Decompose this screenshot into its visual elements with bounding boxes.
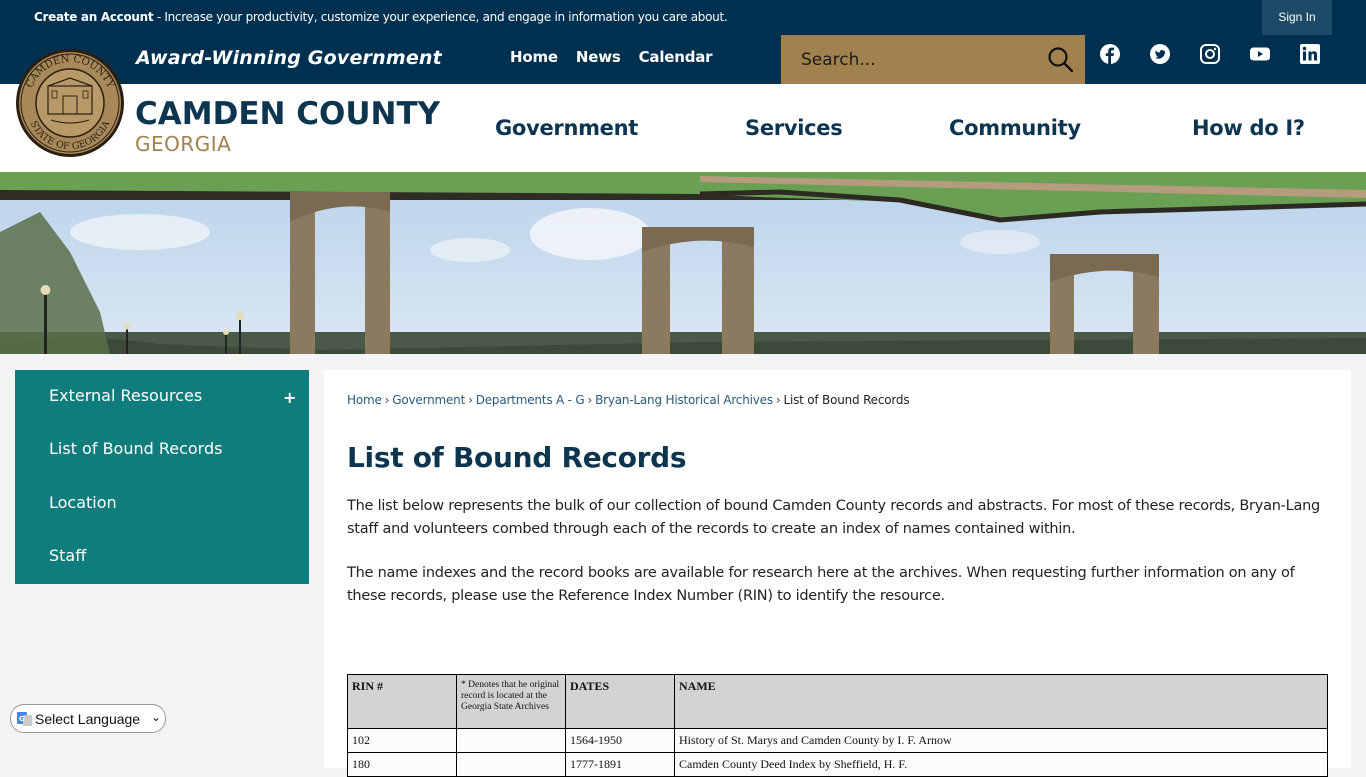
brand-name[interactable]: CAMDEN COUNTY xyxy=(135,96,440,132)
nav-community[interactable]: Community xyxy=(949,116,1081,140)
sidebar-item-location[interactable]: Location xyxy=(49,493,117,512)
breadcrumb-home[interactable]: Home xyxy=(347,393,382,407)
search-input[interactable] xyxy=(781,35,1031,84)
breadcrumb-separator: › xyxy=(587,393,593,407)
google-translate-icon: G xyxy=(17,712,32,726)
sidebar-item-list-of-bound-records[interactable]: List of Bound Records xyxy=(49,439,222,458)
breadcrumb-separator: › xyxy=(775,393,781,407)
breadcrumb: Home › Government › Departments A - G › Bryan-… xyxy=(347,393,910,407)
intro-paragraph: The list below represents the bulk of ou… xyxy=(347,498,1321,537)
search-box xyxy=(781,35,1085,84)
brand-state: GEORGIA xyxy=(135,132,232,156)
top-links: Home News Calendar xyxy=(510,48,713,66)
page-title: List of Bound Records xyxy=(347,441,687,474)
language-select-label: Select Language xyxy=(35,711,141,727)
top-link-news[interactable]: News xyxy=(576,48,621,66)
nav-how-do-i[interactable]: How do I? xyxy=(1192,116,1305,140)
table-row: 180 1777-1891 Camden County Deed Index b… xyxy=(347,752,1328,777)
twitter-icon[interactable] xyxy=(1150,44,1170,66)
table-header-row: RIN # * Denotes that he original record … xyxy=(347,674,1328,729)
create-account-message: Create an Account - Increase your produc… xyxy=(34,10,728,24)
header-dates: DATES xyxy=(565,674,675,729)
cell-dates: 1777-1891 xyxy=(565,752,675,777)
language-select[interactable]: G Select Language ⌄ xyxy=(10,704,166,733)
social-links xyxy=(1100,44,1320,66)
instagram-icon[interactable] xyxy=(1200,44,1220,66)
youtube-icon[interactable] xyxy=(1250,44,1270,66)
header-name: NAME xyxy=(674,674,1328,729)
sign-in-button[interactable]: Sign In xyxy=(1262,0,1332,35)
breadcrumb-separator: › xyxy=(468,393,473,407)
cell-rin: 180 xyxy=(347,752,457,777)
linkedin-icon[interactable] xyxy=(1300,44,1320,66)
breadcrumb-current: List of Bound Records xyxy=(783,393,910,407)
breadcrumb-departments[interactable]: Departments A - G xyxy=(476,393,585,407)
cell-rin: 102 xyxy=(347,728,457,753)
cell-name: History of St. Marys and Camden County b… xyxy=(674,728,1328,753)
create-account-link[interactable]: Create an Account xyxy=(34,10,154,24)
top-link-calendar[interactable]: Calendar xyxy=(639,48,713,66)
header-rin: RIN # xyxy=(347,674,457,729)
sidebar-item-external-resources[interactable]: External Resources xyxy=(49,386,202,405)
create-account-text: - Increase your productivity, customize … xyxy=(153,10,728,24)
sidebar-item-staff[interactable]: Staff xyxy=(49,546,86,565)
nav-government[interactable]: Government xyxy=(495,116,638,140)
svg-text:G: G xyxy=(19,715,25,723)
bound-records-table: RIN # * Denotes that he original record … xyxy=(347,674,1328,777)
expand-plus-icon[interactable]: + xyxy=(283,388,296,407)
search-icon[interactable] xyxy=(1047,46,1075,74)
cell-dates: 1564-1950 xyxy=(565,728,675,753)
cell-note xyxy=(456,728,566,753)
facebook-icon[interactable] xyxy=(1100,44,1120,66)
breadcrumb-archives[interactable]: Bryan-Lang Historical Archives xyxy=(595,393,773,407)
nav-services[interactable]: Services xyxy=(745,116,843,140)
hero-bridge-image xyxy=(0,172,1366,354)
table-row: 102 1564-1950 History of St. Marys and C… xyxy=(347,728,1328,753)
cell-note xyxy=(456,752,566,777)
breadcrumb-separator: › xyxy=(384,393,390,407)
cell-name: Camden County Deed Index by Sheffield, H… xyxy=(674,752,1328,777)
chevron-down-icon: ⌄ xyxy=(150,710,161,724)
breadcrumb-government[interactable]: Government xyxy=(392,393,465,407)
top-utility-bar: Create an Account - Increase your produc… xyxy=(0,0,1366,35)
info-paragraph: The name indexes and the record books ar… xyxy=(347,565,1295,604)
header-state-archives-note: * Denotes that he original record is loc… xyxy=(456,674,566,729)
top-link-home[interactable]: Home xyxy=(510,48,558,66)
county-seal-logo[interactable]: CAMDEN COUNTY STATE OF GEORGIA xyxy=(15,48,125,158)
tagline: Award-Winning Government xyxy=(136,47,442,69)
sidebar-nav: External Resources + List of Bound Recor… xyxy=(15,370,309,584)
